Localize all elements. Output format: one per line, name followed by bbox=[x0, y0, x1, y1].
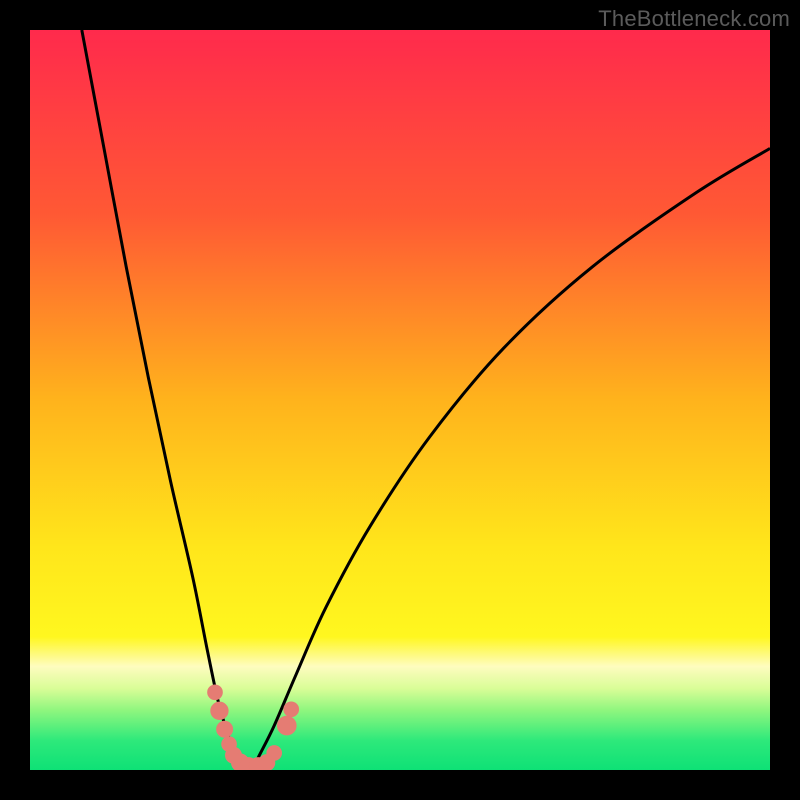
bottleneck-curve bbox=[82, 30, 770, 770]
data-marker bbox=[211, 702, 228, 719]
data-marker bbox=[277, 716, 296, 735]
plot-area bbox=[30, 30, 770, 770]
data-marker bbox=[208, 685, 223, 700]
data-marker bbox=[284, 702, 299, 717]
data-marker bbox=[267, 746, 282, 761]
watermark-text: TheBottleneck.com bbox=[598, 6, 790, 32]
data-marker bbox=[217, 721, 233, 737]
curve-layer bbox=[30, 30, 770, 770]
chart-frame: TheBottleneck.com bbox=[0, 0, 800, 800]
